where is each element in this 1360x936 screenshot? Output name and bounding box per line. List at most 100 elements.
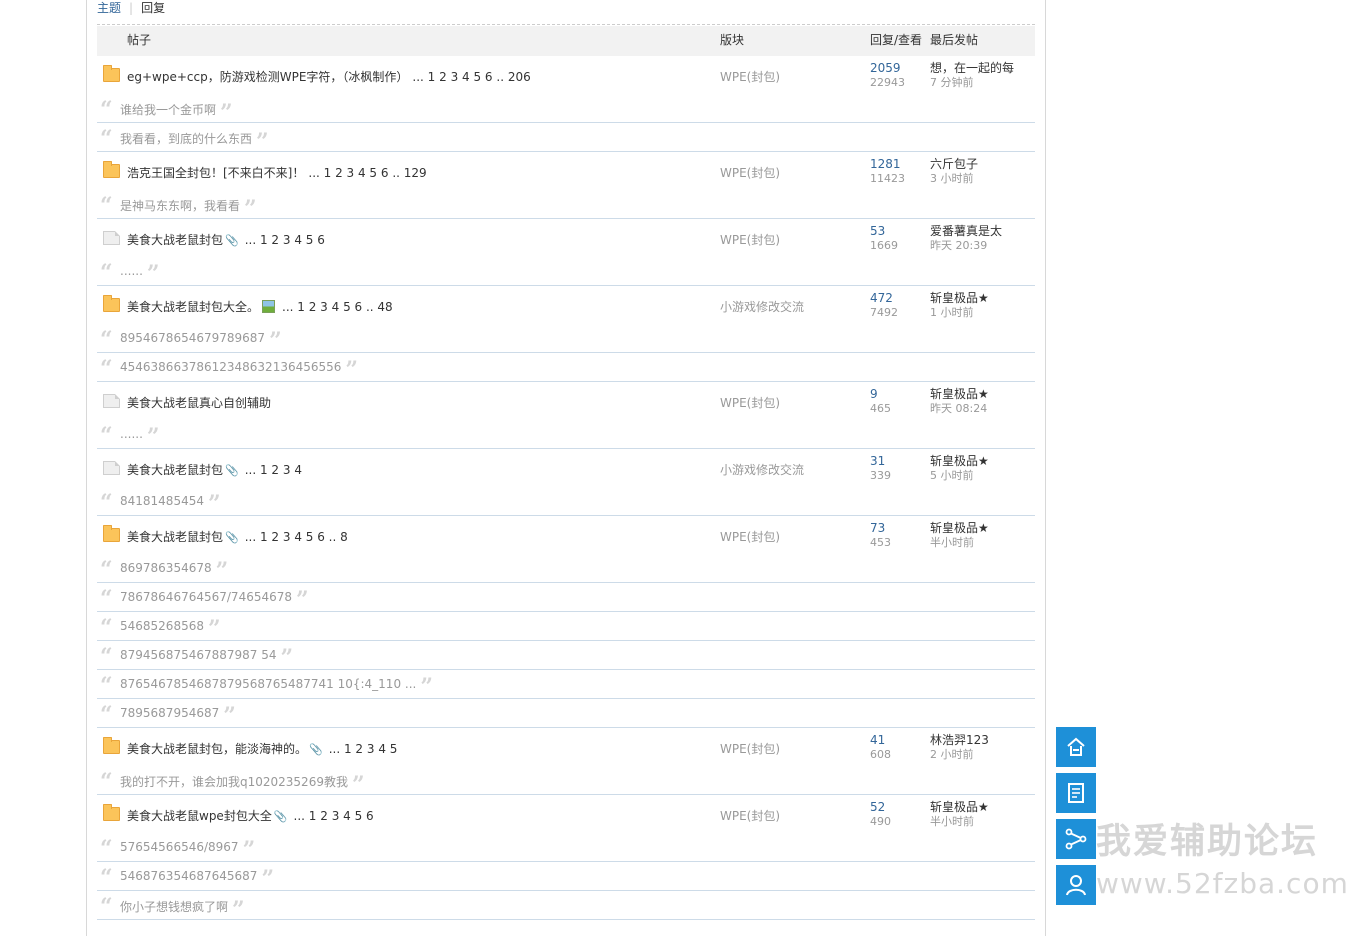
quote-open-icon: “ <box>100 327 113 353</box>
thread-title-link[interactable]: 美食大战老鼠封包 <box>127 530 223 544</box>
reply-preview: “ 7895687954687 ” <box>97 699 1035 728</box>
quote-open-icon: “ <box>100 836 113 862</box>
reply-text[interactable]: ...... <box>120 427 143 441</box>
forum-link[interactable]: WPE(封包) <box>720 394 780 411</box>
reply-preview: “ 546876354687645687 ” <box>97 862 1035 891</box>
last-poster-link[interactable]: 斩皇极品★ <box>930 801 989 814</box>
reply-text[interactable]: 我的打不开，谁会加我q1020235269教我 <box>120 775 348 789</box>
last-poster-link[interactable]: 斩皇极品★ <box>930 522 989 535</box>
reply-text[interactable]: 57654566546/8967 <box>120 840 239 854</box>
last-poster-link[interactable]: 六斤包子 <box>930 158 978 171</box>
forum-link[interactable]: WPE(封包) <box>720 231 780 248</box>
last-poster-link[interactable]: 林浩羿123 <box>930 734 989 747</box>
forum-link[interactable]: WPE(封包) <box>720 807 780 824</box>
user-button[interactable] <box>1056 865 1096 905</box>
share-button[interactable] <box>1056 819 1096 859</box>
thread-rows: eg+wpe+ccp，防游戏检测WPE字符，（冰枫制作） ... 1 2 3 4 … <box>97 56 1035 921</box>
thread-row: 美食大战老鼠真心自创辅助 WPE(封包) 9 465 斩皇极品★ 昨天 08:2… <box>97 382 1035 420</box>
hot-folder-icon <box>103 804 120 821</box>
page-links[interactable]: ... 1 2 3 4 5 6 <box>245 233 325 247</box>
quote-open-icon: “ <box>100 702 113 728</box>
thread-doc-icon <box>103 231 120 245</box>
quote-open-icon: “ <box>100 644 113 670</box>
reply-text[interactable]: 7895687954687 <box>120 706 219 720</box>
forum-link[interactable]: WPE(封包) <box>720 164 780 181</box>
last-poster-link[interactable]: 爱番薯真是太 <box>930 225 1002 238</box>
thread-title-link[interactable]: eg+wpe+ccp，防游戏检测WPE字符，（冰枫制作） <box>127 70 408 84</box>
reply-text-wrap: 8765467854687879568765487741 10{:4_110 .… <box>120 676 433 698</box>
reply-preview: “ ......” <box>97 257 1035 286</box>
post-button[interactable] <box>1056 773 1096 813</box>
reply-text[interactable]: 是神马东东啊，我看看 <box>120 199 240 213</box>
thread-title-link[interactable]: 美食大战老鼠wpe封包大全 <box>127 809 272 823</box>
quote-close-icon: ” <box>261 866 275 892</box>
page-links[interactable]: ... 1 2 3 4 5 <box>329 742 398 756</box>
view-count: 608 <box>870 748 891 761</box>
watermark-name: 我爱辅助论坛 <box>1096 822 1319 862</box>
tab-topics[interactable]: 主题 <box>97 1 121 15</box>
reply-text[interactable]: 45463866378612348632136456556 <box>120 360 341 374</box>
header-forum: 版块 <box>720 33 745 47</box>
top-icon <box>1067 737 1085 756</box>
page-links[interactable]: ... 1 2 3 4 <box>245 463 302 477</box>
reply-text[interactable]: 谁给我一个金币啊 <box>120 103 216 117</box>
site-watermark: 我爱辅助论坛 www.52fzba.com <box>1096 822 1349 902</box>
reply-text[interactable]: 54685268568 <box>120 619 204 633</box>
last-poster-link[interactable]: 斩皇极品★ <box>930 292 989 305</box>
thread-row: 美食大战老鼠封包 📎 ... 1 2 3 4 小游戏修改交流 31 339 斩皇极品… <box>97 449 1035 487</box>
reply-text[interactable]: 546876354687645687 <box>120 869 257 883</box>
reply-text[interactable]: 我看看，到底的什么东西 <box>120 132 252 146</box>
page-links[interactable]: ... 1 2 3 4 5 6 .. 8 <box>245 530 348 544</box>
watermark-url: www.52fzba.com <box>1096 867 1349 900</box>
page-links[interactable]: ... 1 2 3 4 5 6 .. 206 <box>412 70 530 84</box>
reply-text[interactable]: 84181485454 <box>120 494 204 508</box>
quote-close-icon: ” <box>215 558 229 584</box>
thread-title-link[interactable]: 浩克王国全封包！[不来白不来]！ <box>127 166 304 180</box>
reply-text-wrap: 7895687954687 ” <box>120 705 236 727</box>
last-poster-link[interactable]: 斩皇极品★ <box>930 388 989 401</box>
divider <box>97 24 1035 25</box>
quote-close-icon: ” <box>207 616 221 642</box>
forum-link[interactable]: 小游戏修改交流 <box>720 461 804 478</box>
page-links[interactable]: ... 1 2 3 4 5 6 .. 48 <box>282 300 393 314</box>
reply-text-wrap: 546876354687645687 ” <box>120 868 274 890</box>
thread-title-link[interactable]: 美食大战老鼠真心自创辅助 <box>127 396 271 410</box>
hot-folder-icon <box>103 65 120 82</box>
reply-preview: “ 8765467854687879568765487741 10{:4_110… <box>97 670 1035 699</box>
page-links[interactable]: ... 1 2 3 4 5 6 .. 129 <box>308 166 426 180</box>
tab-bar: 主题 | 回复 <box>97 0 165 16</box>
reply-text[interactable]: 8954678654679789687 <box>120 331 265 345</box>
quote-close-icon: ” <box>242 837 256 863</box>
back-to-top-button[interactable] <box>1056 727 1096 767</box>
thread-title: 美食大战老鼠封包 📎 ... 1 2 3 4 5 6 <box>127 231 325 248</box>
attachment-icon: 📎 <box>225 464 239 477</box>
quote-open-icon: “ <box>100 423 113 449</box>
tab-separator: | <box>129 1 134 15</box>
tab-replies[interactable]: 回复 <box>141 1 165 15</box>
thread-title-link[interactable]: 美食大战老鼠封包大全。 <box>127 300 259 314</box>
thread-title-link[interactable]: 美食大战老鼠封包 <box>127 463 223 477</box>
page-links[interactable]: ... 1 2 3 4 5 6 <box>294 809 374 823</box>
forum-link[interactable]: 小游戏修改交流 <box>720 298 804 315</box>
quote-open-icon: “ <box>100 673 113 699</box>
reply-text-wrap: 78678646764567/74654678 ” <box>120 589 309 611</box>
thread-title-link[interactable]: 美食大战老鼠封包，能淡海神的。 <box>127 742 307 756</box>
hot-folder-icon <box>103 525 120 542</box>
forum-link[interactable]: WPE(封包) <box>720 528 780 545</box>
forum-link[interactable]: WPE(封包) <box>720 68 780 85</box>
user-icon <box>1066 875 1086 896</box>
thread-title-link[interactable]: 美食大战老鼠封包 <box>127 233 223 247</box>
reply-text[interactable]: 869786354678 <box>120 561 212 575</box>
reply-count: 31 <box>870 454 886 468</box>
reply-text[interactable]: 你小子想钱想疯了啊 <box>120 900 228 914</box>
reply-text[interactable]: 78678646764567/74654678 <box>120 590 292 604</box>
reply-text[interactable]: ...... <box>120 264 143 278</box>
reply-text[interactable]: 8765467854687879568765487741 10{:4_110 .… <box>120 677 416 691</box>
last-poster-link[interactable]: 斩皇极品★ <box>930 455 989 468</box>
forum-link[interactable]: WPE(封包) <box>720 740 780 757</box>
view-count: 453 <box>870 536 891 549</box>
reply-text[interactable]: 879456875467887987 54 <box>120 648 277 662</box>
quote-open-icon: “ <box>100 97 113 123</box>
attachment-icon: 📎 <box>225 531 239 544</box>
last-poster-link[interactable]: 想，在一起的每 <box>930 62 1014 75</box>
